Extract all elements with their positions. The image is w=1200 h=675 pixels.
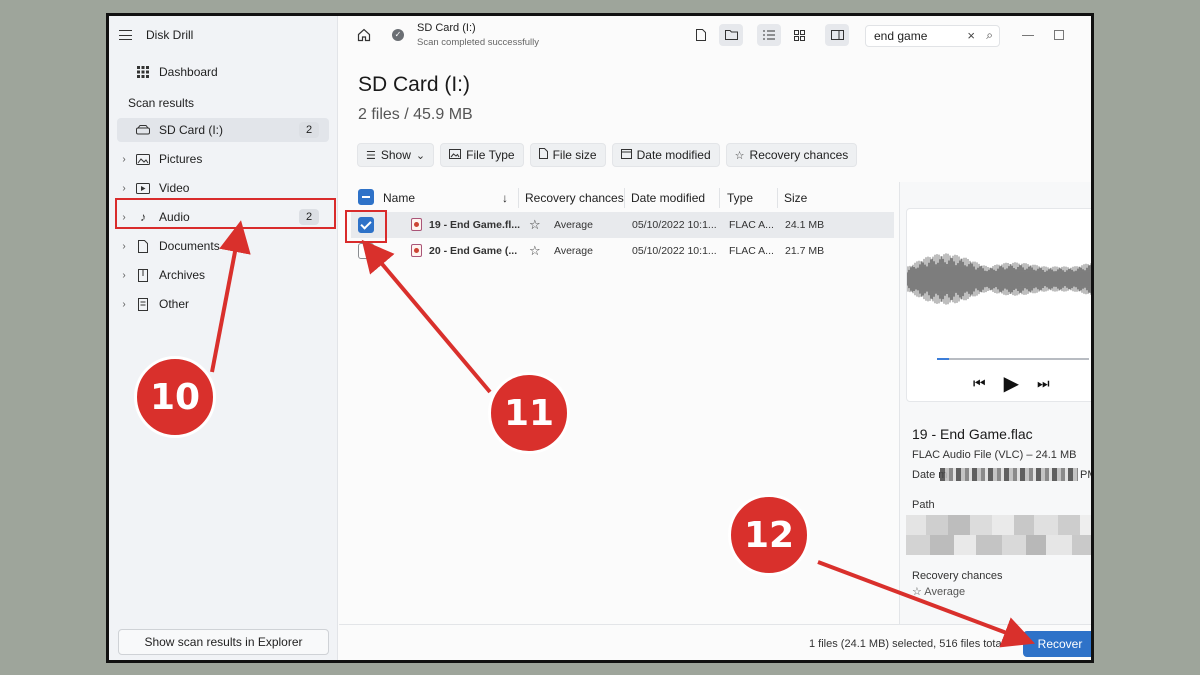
step-12-marker: 12	[728, 494, 810, 576]
arrow-to-recover	[817, 560, 1035, 648]
step-11-marker: 11	[488, 372, 570, 454]
arrow-to-checkbox	[361, 239, 492, 394]
annotation-arrows	[210, 220, 1035, 648]
arrow-to-audio	[210, 220, 251, 373]
step-10-marker: 10	[134, 356, 216, 438]
